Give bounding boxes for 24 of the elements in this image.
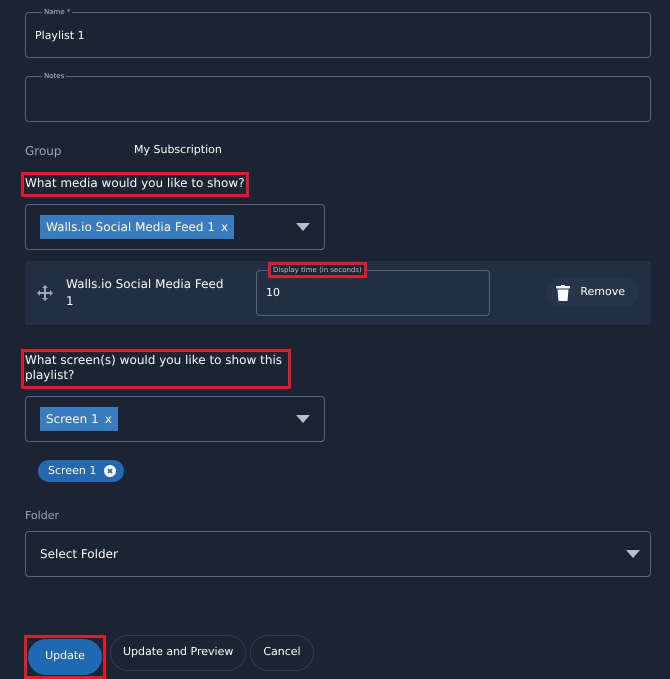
- folder-select[interactable]: Select Folder: [25, 530, 651, 577]
- remove-icon: [104, 464, 116, 477]
- remove-tag-button[interactable]: x: [221, 218, 228, 236]
- action-button[interactable]: Update and Preview: [110, 634, 246, 671]
- selected-tag: Walls.io Social Media Feed 1 x: [40, 214, 234, 238]
- dropdown-caret-icon: [296, 222, 310, 230]
- trash-icon: [556, 284, 570, 300]
- group-value: My Subscription: [134, 142, 222, 158]
- dropdown-caret-icon: [626, 550, 640, 558]
- group-label: Group: [25, 143, 63, 160]
- update-button[interactable]: Update: [28, 638, 102, 675]
- move-icon: [37, 284, 53, 300]
- action-button[interactable]: Cancel: [250, 634, 314, 671]
- folder-label: Folder: [25, 508, 60, 524]
- question-text: What screen(s) would you like to show this playlist?: [25, 352, 284, 384]
- remove-tag-button[interactable]: x: [104, 410, 112, 428]
- question-text: What media would you like to show?: [25, 176, 245, 192]
- remove-button[interactable]: Remove: [546, 278, 639, 307]
- screens-select[interactable]: Screen 1 x: [25, 396, 325, 442]
- screen-chip: Screen 1: [38, 460, 124, 482]
- media-item-title: Walls.io Social Media Feed 1: [66, 276, 225, 309]
- media-select[interactable]: Walls.io Social Media Feed 1 x: [25, 204, 325, 250]
- selected-tag: Screen 1 x: [40, 406, 118, 431]
- dropdown-caret-icon: [296, 414, 310, 423]
